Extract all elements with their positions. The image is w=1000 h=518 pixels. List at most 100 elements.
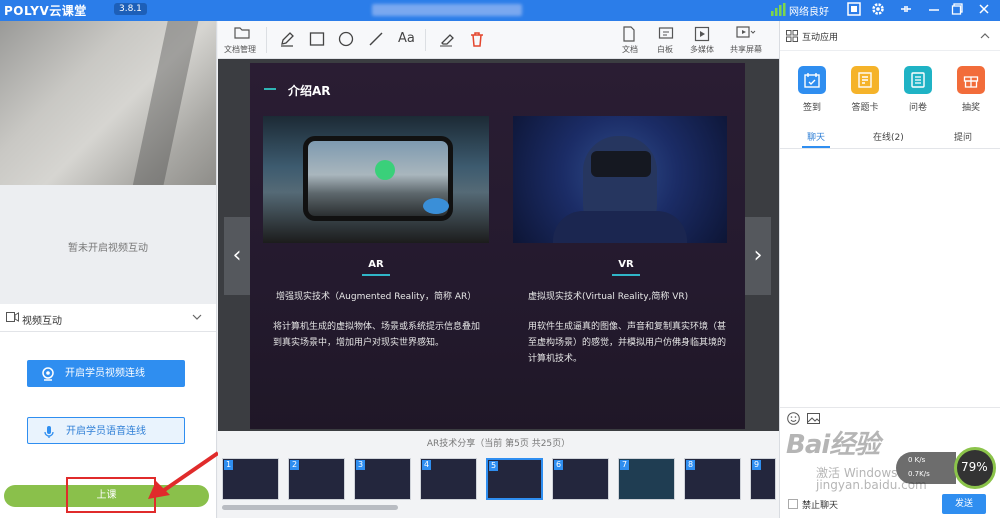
tab-questions[interactable]: 提问 (954, 130, 972, 143)
maximize-icon[interactable] (950, 2, 966, 18)
settings-icon[interactable] (870, 2, 886, 18)
prev-slide-button[interactable]: ‹ (224, 217, 250, 295)
clear-tool[interactable] (469, 31, 487, 49)
tab-chat[interactable]: 聊天 (807, 130, 825, 143)
eraser-tool[interactable] (438, 31, 456, 49)
circle-tool[interactable] (338, 31, 356, 49)
folder-icon (234, 27, 250, 39)
video-interaction-dropdown[interactable]: 视频互动 (0, 304, 216, 332)
baidu-logo-text: Bai经验 (786, 430, 880, 460)
page-indicator: AR技术分享（当前 第5页 共25页） (426, 439, 571, 449)
pen-tool[interactable] (279, 31, 297, 49)
doc-label: 文档 (622, 45, 638, 54)
line-tool[interactable] (368, 31, 386, 49)
slide-thumbnail[interactable]: 8 (684, 458, 741, 500)
mute-chat-checkbox[interactable] (788, 499, 798, 509)
slide-thumbnail[interactable]: 1 (222, 458, 279, 500)
text-tool[interactable]: Aa (398, 31, 416, 49)
start-voice-label: 开启学员语音连线 (66, 426, 146, 437)
slide-thumbnail[interactable]: 9 (750, 458, 776, 500)
multimedia-button[interactable] (694, 26, 712, 44)
chat-tabs: 聊天 在线(2) 提问 (780, 121, 1000, 149)
slide-thumbnail[interactable]: 4 (420, 458, 477, 500)
collapse-icon[interactable] (898, 2, 914, 18)
calendar-check-icon (804, 73, 820, 88)
circle-icon (338, 31, 354, 47)
multimedia-label: 多媒体 (690, 45, 714, 54)
course-title-blurred (372, 4, 522, 16)
pen-icon (281, 32, 294, 47)
next-slide-button[interactable]: › (745, 217, 771, 295)
toolbar-divider (266, 27, 267, 53)
network-status: 网络良好 (789, 7, 829, 18)
slide-title-accent (264, 88, 276, 90)
apps-header-label: 互动应用 (802, 33, 839, 43)
rectangle-tool[interactable] (309, 31, 327, 49)
record-icon[interactable] (846, 2, 862, 18)
slide-thumbnail[interactable]: 7 (618, 458, 675, 500)
ar-body: 将计算机生成的虚拟物体、场景或系统提示信息叠加到真实场景中，增加用户对现实世界感… (273, 322, 481, 348)
apps-grid-icon (786, 30, 798, 42)
play-icon (694, 26, 710, 42)
signal-icon (771, 3, 786, 16)
slide-stage: ‹ 介绍AR AR 增强现实技术（Augmented Reality，简称 AR… (218, 59, 779, 431)
vr-heading: VR (618, 259, 634, 270)
answer-card-label: 答题卡 (851, 103, 879, 113)
chevron-up-icon (980, 33, 990, 39)
lottery-label: 抽奖 (961, 103, 980, 113)
eraser-icon (440, 34, 454, 47)
gift-icon (963, 76, 979, 88)
start-student-video-button[interactable]: 开启学员视频连线 (27, 360, 185, 387)
thumbnail-scrollbar[interactable] (222, 505, 398, 510)
mute-chat-label: 禁止聊天 (802, 501, 839, 511)
whiteboard-label: 白板 (657, 45, 673, 54)
send-button[interactable]: 发送 (942, 494, 986, 514)
webcam-icon (42, 367, 54, 381)
ar-heading-underline (362, 274, 390, 276)
slide-thumbnail[interactable]: 3 (354, 458, 411, 500)
close-icon[interactable] (976, 2, 992, 18)
microphone-icon (44, 426, 54, 438)
vr-subtitle: 虚拟现实技术(Virtual Reality,简称 VR) (528, 292, 689, 302)
no-video-text: 暂未开启视频互动 (68, 243, 148, 254)
interactive-apps-header[interactable]: 互动应用 (780, 21, 1000, 51)
whiteboard-icon (658, 27, 674, 39)
right-panel: 互动应用 签到 答题卡 问卷 抽奖 聊天 在线(2) 提问 Bai经验 激活 W… (779, 21, 1000, 518)
video-interaction-label: 视频互动 (22, 316, 62, 327)
document-icon (623, 26, 635, 42)
checkin-app-button[interactable] (798, 66, 826, 94)
download-speed: 0.7K/s (908, 470, 930, 478)
survey-label: 问卷 (908, 103, 927, 113)
chat-message-list[interactable] (780, 150, 1000, 408)
slide-thumbnail-active[interactable]: 5 (486, 458, 543, 500)
start-video-label: 开启学员视频连线 (65, 368, 145, 379)
active-tab-underline (802, 146, 830, 148)
answer-card-app-button[interactable] (851, 66, 879, 94)
whiteboard-button[interactable] (658, 26, 676, 44)
rectangle-icon (309, 32, 325, 46)
current-slide: 介绍AR AR 增强现实技术（Augmented Reality，简称 AR） … (250, 63, 745, 429)
doc-manage-label: 文档管理 (224, 45, 256, 54)
vr-body: 用软件生成逼真的图像、声音和复制真实环境（甚至虚构场景）的感觉，并模拟用户仿佛身… (528, 322, 727, 364)
survey-icon (911, 72, 925, 88)
survey-app-button[interactable] (904, 66, 932, 94)
slide-thumbnail[interactable]: 2 (288, 458, 345, 500)
lottery-app-button[interactable] (957, 66, 985, 94)
screen-share-button[interactable] (736, 26, 756, 44)
answer-card-icon (858, 72, 872, 88)
doc-mode-button[interactable] (621, 26, 639, 44)
slide-thumbnail[interactable]: 6 (552, 458, 609, 500)
screen-share-label: 共享屏幕 (730, 45, 762, 54)
memory-percent: 79% (961, 460, 988, 474)
start-student-voice-button[interactable]: 开启学员语音连线 (27, 417, 185, 444)
minimize-icon[interactable] (926, 2, 942, 18)
tab-online[interactable]: 在线(2) (873, 130, 904, 143)
title-bar: POLYV云课堂 3.8.1 网络良好 (0, 0, 1000, 21)
checkin-label: 签到 (802, 103, 821, 113)
doc-manage-button[interactable] (234, 26, 252, 44)
screen-share-icon (736, 26, 756, 38)
ar-heading: AR (368, 259, 384, 270)
network-speed-widget: 0 K/s 0.7K/s 79% (896, 446, 996, 490)
line-icon (369, 32, 383, 46)
left-panel: 暂未开启视频互动 视频互动 开启学员视频连线 开启学员语音连线 上课 (0, 21, 220, 518)
